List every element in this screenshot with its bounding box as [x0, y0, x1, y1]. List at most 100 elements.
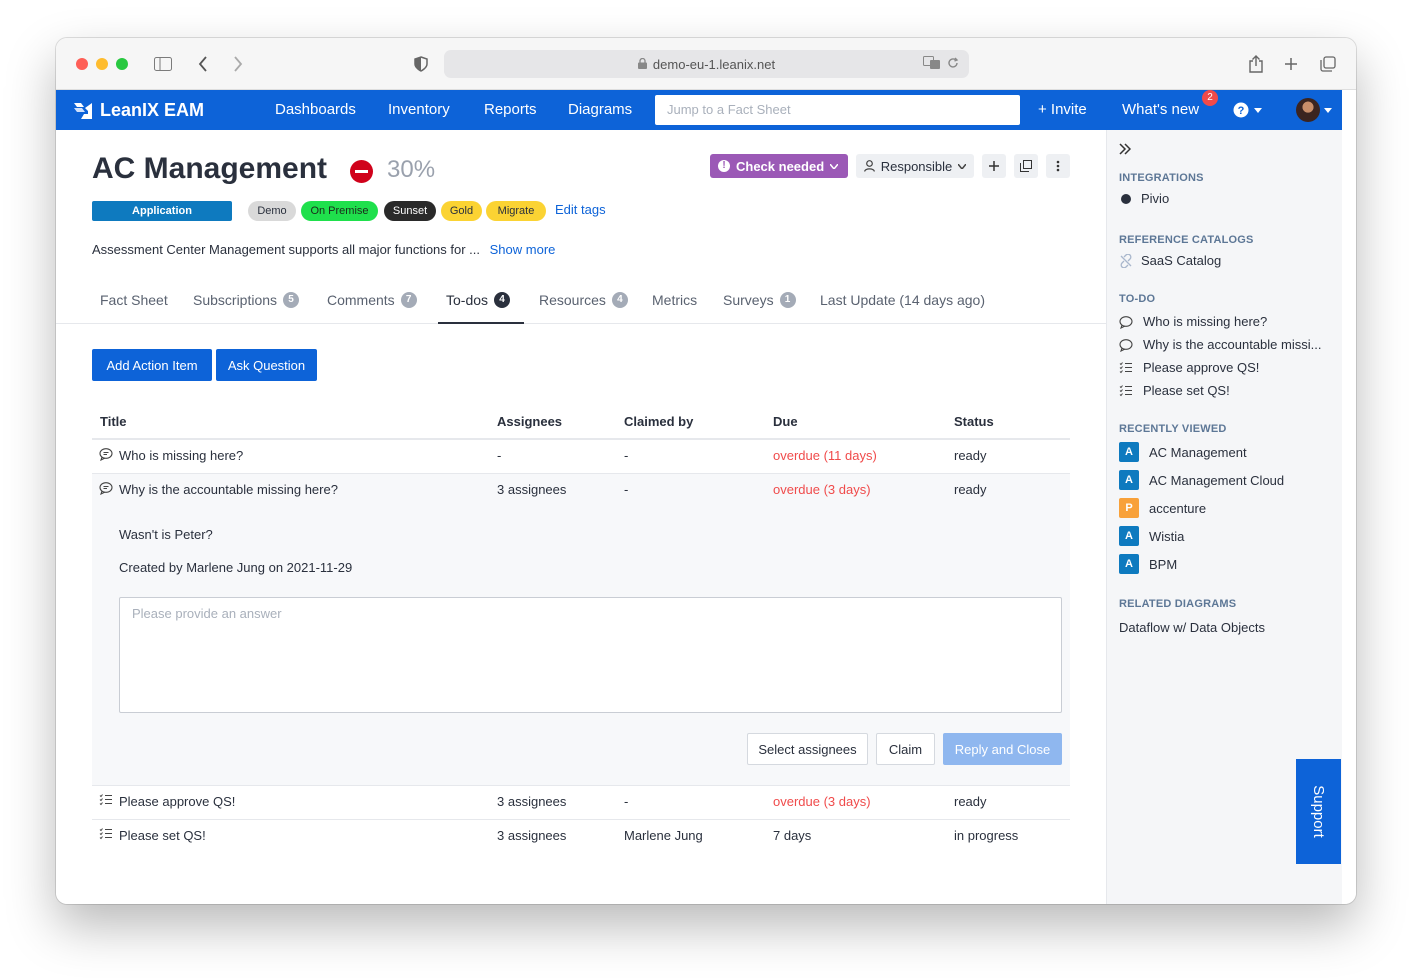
tag-sunset[interactable]: Sunset	[384, 201, 436, 221]
row-title[interactable]: Please set QS!	[119, 828, 206, 843]
integration-item[interactable]: Pivio	[1119, 191, 1169, 206]
row-due: overdue (11 days)	[773, 448, 877, 463]
share-icon[interactable]	[1244, 52, 1268, 76]
column-header-title[interactable]: Title	[100, 414, 127, 429]
tab-last-update[interactable]: Last Update (14 days ago)	[820, 292, 985, 308]
user-avatar[interactable]	[1296, 98, 1320, 122]
row-assignees-link[interactable]: 3 assignees	[497, 794, 566, 809]
forward-icon[interactable]	[226, 52, 250, 76]
sidebar-toggle-icon[interactable]	[151, 52, 175, 76]
row-assignees-link[interactable]: 3 assignees	[497, 828, 566, 843]
tab-fact-sheet[interactable]: Fact Sheet	[100, 292, 168, 308]
add-button[interactable]	[982, 154, 1006, 178]
related-diagrams-heading: RELATED DIAGRAMS	[1119, 598, 1237, 610]
tab-to-dos[interactable]: To-dos 4	[446, 292, 511, 308]
sidebar-todo-item[interactable]: Who is missing here?	[1119, 314, 1267, 329]
leanix-logo[interactable]: LeanIX EAM	[73, 100, 204, 121]
sidebar-todo-item[interactable]: Why is the accountable missi...	[1119, 337, 1321, 352]
tab-metrics[interactable]: Metrics	[652, 292, 697, 308]
reply-and-close-button[interactable]: Reply and Close	[943, 733, 1062, 765]
row-claimed-by: -	[624, 482, 629, 497]
recent-item[interactable]: A BPM	[1119, 554, 1177, 574]
edit-tags-link[interactable]: Edit tags	[555, 202, 606, 217]
row-title[interactable]: Why is the accountable missing here?	[119, 482, 338, 497]
copy-button[interactable]	[1014, 154, 1038, 178]
new-tab-icon[interactable]	[1279, 52, 1303, 76]
invite-button[interactable]: + Invite	[1038, 101, 1087, 118]
maximize-window-button[interactable]	[116, 58, 128, 70]
catalog-label: SaaS Catalog	[1141, 253, 1222, 268]
support-button[interactable]: Support	[1296, 759, 1341, 864]
ask-question-button[interactable]: Ask Question	[216, 349, 317, 381]
more-options-button[interactable]	[1046, 154, 1070, 178]
column-header-claimed-by[interactable]: Claimed by	[624, 414, 693, 429]
row-due: overdue (3 days)	[773, 794, 871, 809]
chevron-down-icon[interactable]	[1324, 108, 1332, 113]
responsible-button[interactable]: Responsible	[856, 154, 974, 178]
nav-reports[interactable]: Reports	[484, 101, 537, 118]
fact-sheet-type-icon: A	[1119, 470, 1139, 490]
column-header-status[interactable]: Status	[954, 414, 994, 429]
fact-sheet-description: Assessment Center Management supports al…	[92, 242, 555, 257]
column-header-due[interactable]: Due	[773, 414, 798, 429]
recent-label: AC Management Cloud	[1149, 472, 1285, 488]
tab-overview-icon[interactable]	[1316, 52, 1340, 76]
brand-name: LeanIX EAM	[100, 100, 205, 120]
saas-catalog-link[interactable]: SaaS Catalog	[1119, 253, 1221, 268]
column-header-assignees[interactable]: Assignees	[497, 414, 562, 429]
sidebar-todo-item[interactable]: Please approve QS!	[1119, 360, 1259, 375]
reload-icon[interactable]	[947, 56, 959, 73]
tag-migrate[interactable]: Migrate	[486, 201, 546, 221]
tag-demo[interactable]: Demo	[248, 201, 296, 221]
row-title[interactable]: Please approve QS!	[119, 794, 235, 809]
check-needed-button[interactable]: ! Check needed	[710, 154, 848, 178]
add-action-item-button[interactable]: Add Action Item	[92, 349, 212, 381]
tab-subscriptions[interactable]: Subscriptions 5	[193, 292, 300, 308]
collapse-sidebar-icon[interactable]	[1119, 143, 1131, 155]
recent-item[interactable]: A AC Management	[1119, 442, 1247, 462]
nav-dashboards[interactable]: Dashboards	[275, 101, 356, 118]
recent-item[interactable]: P accenture	[1119, 498, 1206, 518]
sidebar-todo-item[interactable]: Please set QS!	[1119, 383, 1230, 398]
pivio-icon	[1121, 193, 1131, 204]
tab-label: Metrics	[652, 292, 698, 308]
chevron-down-icon	[958, 163, 967, 169]
whats-new-button[interactable]: What's new	[1122, 101, 1199, 118]
translate-icon[interactable]	[923, 56, 941, 73]
close-window-button[interactable]	[76, 58, 88, 70]
answer-textarea[interactable]: Please provide an answer	[119, 597, 1062, 713]
row-assignees-link[interactable]: 3 assignees	[497, 482, 566, 497]
privacy-shield-icon[interactable]	[409, 52, 433, 76]
claim-button[interactable]: Claim	[876, 733, 935, 765]
page-scrollbar[interactable]	[1342, 90, 1356, 904]
nav-diagrams[interactable]: Diagrams	[568, 101, 632, 118]
todo-heading: TO-DO	[1119, 293, 1156, 305]
whats-new-count-badge: 2	[1202, 90, 1218, 106]
select-assignees-button[interactable]: Select assignees	[747, 733, 868, 765]
completion-score[interactable]: 30%	[387, 156, 435, 184]
address-bar[interactable]: demo-eu-1.leanix.net	[444, 50, 969, 78]
check-needed-label: Check needed	[736, 158, 825, 174]
lock-icon	[637, 57, 647, 72]
tab-resources[interactable]: Resources 4	[539, 292, 628, 308]
show-more-link[interactable]: Show more	[490, 242, 556, 257]
related-diagram-item[interactable]: Dataflow w/ Data Objects	[1119, 620, 1265, 635]
row-title[interactable]: Who is missing here?	[119, 448, 243, 463]
minimize-window-button[interactable]	[96, 58, 108, 70]
recent-item[interactable]: A AC Management Cloud	[1119, 470, 1284, 490]
vertical-dots-icon	[1056, 160, 1060, 172]
tab-comments[interactable]: Comments 7	[327, 292, 417, 308]
recent-item[interactable]: A Wistia	[1119, 526, 1184, 546]
nav-inventory[interactable]: Inventory	[388, 101, 450, 118]
fact-sheet-type-icon: A	[1119, 526, 1139, 546]
chevron-down-icon	[1254, 107, 1262, 113]
todo-label: Why is the accountable missi...	[1143, 337, 1322, 352]
tag-gold[interactable]: Gold	[441, 201, 482, 221]
chevron-down-icon	[830, 163, 839, 169]
fact-sheet-search-input[interactable]: Jump to a Fact Sheet	[655, 95, 1020, 125]
help-menu-button[interactable]: ?	[1233, 102, 1262, 118]
back-icon[interactable]	[191, 52, 215, 76]
checklist-icon	[1119, 361, 1132, 373]
tab-surveys[interactable]: Surveys 1	[723, 292, 796, 308]
tag-on-premise[interactable]: On Premise	[301, 201, 378, 221]
